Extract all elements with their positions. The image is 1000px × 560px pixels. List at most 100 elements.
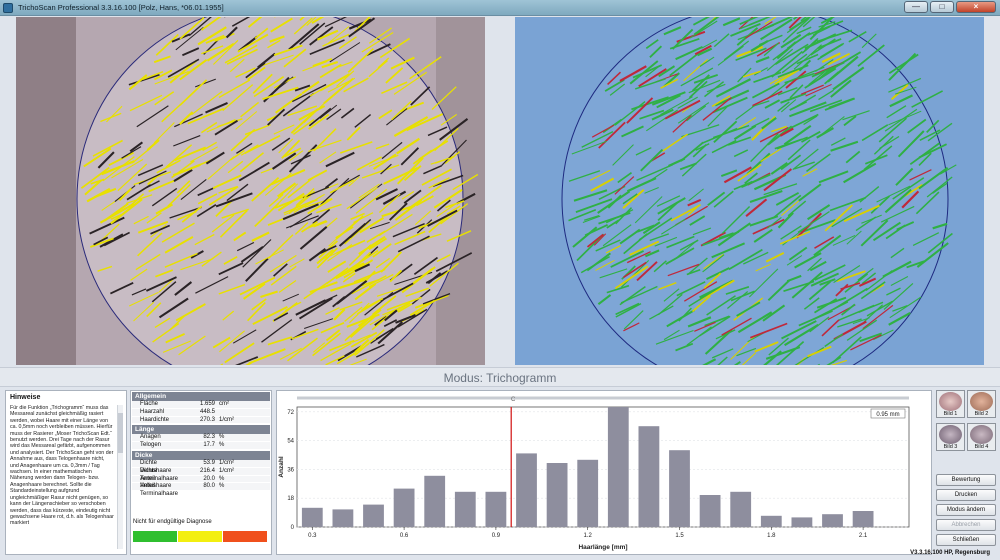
traffic-light-yellow (178, 531, 222, 542)
window-title: TrichoScan Professional 3.3.16.100 [Polz… (18, 3, 224, 12)
result-row: Anteil Terminalhaare 80.0% (132, 483, 270, 498)
result-label: Dichte Vellushaare (140, 459, 172, 474)
traffic-light-green (133, 531, 177, 542)
histogram-bar (424, 475, 446, 527)
result-unit: cm² (219, 401, 229, 407)
thumb-label: Bild 3 (943, 444, 958, 450)
status-bar: V3.3.16.100 HP, Regensburg (0, 546, 1000, 560)
title-bar: TrichoScan Professional 3.3.16.100 [Polz… (0, 0, 1000, 16)
cutoff-slider-label: C (511, 397, 516, 403)
y-tick-label: 72 (287, 410, 294, 416)
x-tick-label: 1.5 (675, 533, 684, 539)
result-row: Haardichte 270.3 1/cm² (132, 416, 270, 425)
hints-text: Für die Funktion „Trichogramm“ muss das … (10, 405, 114, 527)
result-unit: % (219, 483, 225, 490)
thumb-bild-4[interactable]: Bild 4 (967, 423, 996, 451)
result-label: Anteil Vellushaare (140, 475, 172, 490)
y-tick-label: 18 (287, 496, 294, 502)
image-thumbnails: Bild 1 Bild 2 Bild 3 Bild 4 (936, 390, 996, 460)
scalp-image-svg (16, 17, 485, 365)
histogram-panel[interactable]: C 0 18 36 54 72 0.3 0.6 0.9 1.2 1.5 1.8 2.1 0.95 mm Ha… (276, 390, 932, 555)
result-value: 1.659 (199, 401, 215, 407)
result-row: Dichte Vellushaare 53.9 1/cm² (132, 459, 270, 474)
result-unit: % (219, 442, 225, 449)
thumb-label: Bild 1 (943, 411, 958, 417)
result-value: 270.3 (199, 416, 215, 423)
bewertung-button[interactable]: Bewertung (936, 474, 996, 486)
section-dicke: Dicke (132, 450, 270, 460)
histogram-bar (393, 488, 415, 527)
result-row: Telogen 17.7% (132, 442, 270, 450)
histogram-bar (699, 495, 721, 527)
result-label: Dichte Terminalhaare (140, 467, 179, 482)
x-tick-label: 1.8 (767, 533, 776, 539)
result-unit: % (219, 434, 225, 441)
minimize-button[interactable]: — (904, 1, 928, 13)
result-label: Anagen (140, 434, 161, 441)
histogram-bar (607, 407, 629, 527)
drucken-button[interactable]: Drucken (936, 489, 996, 501)
result-unit: 1/cm² (219, 459, 234, 466)
histogram-bar (760, 515, 782, 527)
histogram-bar (822, 514, 843, 527)
result-value: 80.0 (203, 483, 215, 490)
result-unit: 1/cm² (219, 416, 234, 423)
result-label: Anteil Terminalhaare (140, 483, 179, 498)
y-tick-label: 36 (287, 467, 294, 473)
thumb-image (939, 392, 962, 411)
thumb-bild-2[interactable]: Bild 2 (967, 390, 996, 418)
result-value: 17.7 (203, 442, 215, 449)
thumb-image (939, 425, 962, 444)
app-icon (3, 3, 13, 13)
thumb-label: Bild 4 (974, 444, 989, 450)
result-row: Anagen 82.3% (132, 434, 270, 443)
result-value: 448.5 (199, 408, 215, 415)
modus-aendern-button[interactable]: Modus ändern (936, 504, 996, 516)
result-row: Dichte Terminalhaare 216.4 1/cm² (132, 467, 270, 482)
hints-scrollbar[interactable] (117, 405, 123, 549)
analysis-image-svg (515, 17, 984, 365)
result-unit: 1/cm² (219, 467, 234, 474)
histogram-bar (577, 459, 599, 527)
x-tick-label: 2.1 (859, 533, 868, 539)
histogram-bar (669, 450, 690, 527)
result-label: Haardichte (140, 416, 170, 423)
y-axis-label: Anzahl (278, 456, 285, 478)
thumb-bild-3[interactable]: Bild 3 (936, 423, 965, 451)
x-tick-label: 0.9 (492, 533, 501, 539)
maximize-button[interactable]: □ (930, 1, 954, 13)
result-value: 216.4 (199, 467, 215, 474)
original-image-view[interactable] (16, 17, 485, 365)
result-row: Fläche 1.659 cm² (132, 401, 270, 409)
analysis-image-view[interactable] (515, 17, 984, 365)
abbrechen-button[interactable]: Abbrechen (936, 519, 996, 531)
traffic-light-red (223, 531, 267, 542)
result-row: Anteil Vellushaare 20.0% (132, 475, 270, 490)
result-unit: % (219, 475, 225, 482)
schliessen-button[interactable]: Schließen (936, 534, 996, 546)
close-button[interactable]: × (956, 1, 996, 13)
histogram-chart: C0183654720.3 0.6 0.9 1.2 1.5 1.8 2.10.95 mmHa… (278, 396, 910, 551)
result-label: Haarzahl (140, 408, 165, 415)
x-tick-label: 0.6 (400, 533, 409, 539)
hints-scroll-thumb[interactable] (118, 413, 123, 453)
thumb-image (970, 392, 993, 411)
hints-title: Hinweise (10, 394, 41, 401)
histogram-bar (516, 453, 537, 527)
x-tick-label: 0.3 (308, 533, 317, 539)
histogram-bar (485, 491, 507, 527)
histogram-bar (638, 426, 660, 527)
histogram-bar (454, 491, 476, 527)
result-label: Fläche (140, 401, 159, 407)
results-panel: Allgemein Fläche 1.659 cm² Haarzahl 448.5 Haa… (130, 390, 272, 555)
section-allgemein: Allgemein (132, 392, 270, 401)
result-value: 20.0 (203, 475, 215, 482)
histogram-bar (301, 507, 323, 527)
thumb-bild-1[interactable]: Bild 1 (936, 390, 965, 418)
version-label: V3.3.16.100 HP, Regensburg (910, 550, 990, 556)
histogram-bar (546, 463, 568, 527)
plot-frame (296, 406, 910, 528)
histogram-bar (730, 491, 752, 527)
thumb-label: Bild 2 (974, 411, 989, 417)
x-tick-label: 1.2 (584, 533, 593, 539)
